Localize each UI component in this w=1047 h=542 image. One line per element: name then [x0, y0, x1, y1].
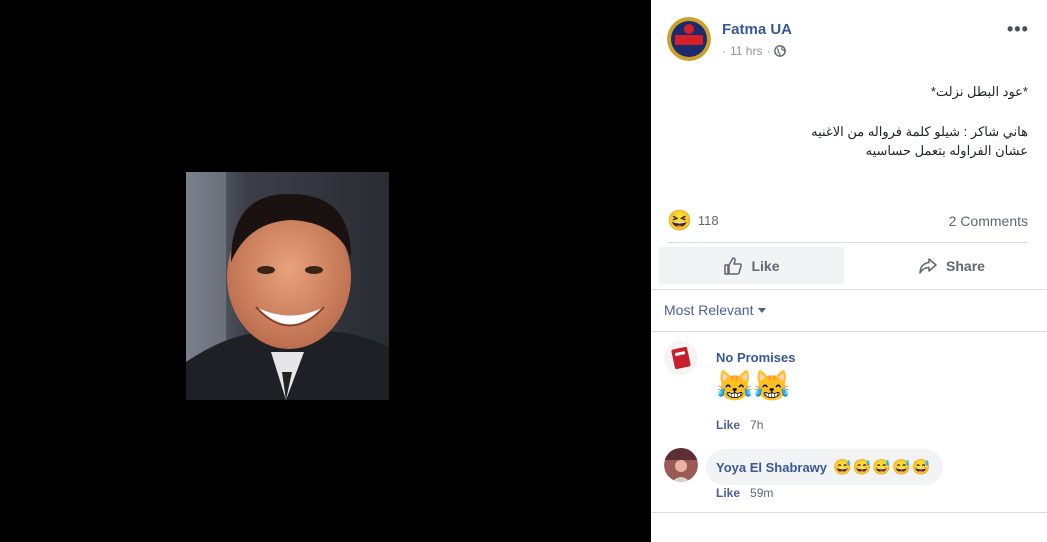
author-avatar[interactable] [667, 17, 711, 61]
divider [651, 512, 1047, 513]
comment-bubble: Yoya El Shabrawy 😅😅😅😅😅 [706, 449, 944, 485]
author-name[interactable]: Fatma UA [722, 21, 792, 38]
post-text-line-3: عشان الفراوله بتعمل حساسيه [865, 143, 1028, 158]
post-photo[interactable] [186, 172, 389, 400]
reaction-count: 118 [697, 213, 719, 228]
reactions-summary[interactable]: 😆 118 [667, 208, 719, 233]
like-label: Like [751, 257, 780, 274]
share-button[interactable]: Share [859, 247, 1044, 284]
divider [651, 289, 1047, 290]
comment-footer: Like 7h [716, 418, 763, 432]
commenter-avatar[interactable] [664, 448, 698, 482]
sort-label: Most Relevant [664, 302, 754, 318]
comment-author[interactable]: No Promises [716, 350, 795, 365]
separator: · [722, 44, 726, 58]
divider [651, 331, 1047, 332]
photo-viewer: Fatma UA · 11 hrs · ••• *عود البطل نزلت*… [0, 0, 1047, 542]
globe-icon [774, 45, 787, 57]
comment-sort-dropdown[interactable]: Most Relevant [664, 302, 767, 318]
comment-time[interactable]: 7h [750, 418, 763, 432]
comment-like-link[interactable]: Like [716, 418, 740, 432]
divider [667, 242, 1028, 243]
comment-author[interactable]: Yoya El Shabrawy [716, 460, 827, 475]
like-button[interactable]: Like [659, 247, 844, 284]
comments-count[interactable]: 2 Comments [949, 213, 1028, 229]
photo-stage [0, 0, 651, 542]
thumbs-up-icon [724, 256, 743, 275]
separator: · [766, 44, 771, 58]
comment-time[interactable]: 59m [750, 486, 773, 500]
comment-like-link[interactable]: Like [716, 486, 740, 500]
comment-footer: Like 59m [716, 486, 773, 500]
commenter-avatar[interactable] [664, 341, 698, 375]
caret-down-icon [758, 307, 767, 313]
post-time[interactable]: 11 hrs [730, 44, 762, 58]
haha-reaction-icon: 😆 [667, 210, 692, 232]
more-options-icon[interactable]: ••• [1007, 19, 1029, 40]
comment-text: 😅😅😅😅😅 [833, 459, 932, 476]
post-text-line-2: هاني شاكر : شيلو كلمة فرواله من الاغنيه [811, 124, 1028, 139]
comment-text: 😹😹 [716, 370, 791, 403]
share-label: Share [946, 257, 985, 274]
post-text-line-1: *عود البطل نزلت* [930, 84, 1028, 99]
post-meta: · 11 hrs · [722, 44, 787, 58]
share-arrow-icon [919, 257, 937, 274]
